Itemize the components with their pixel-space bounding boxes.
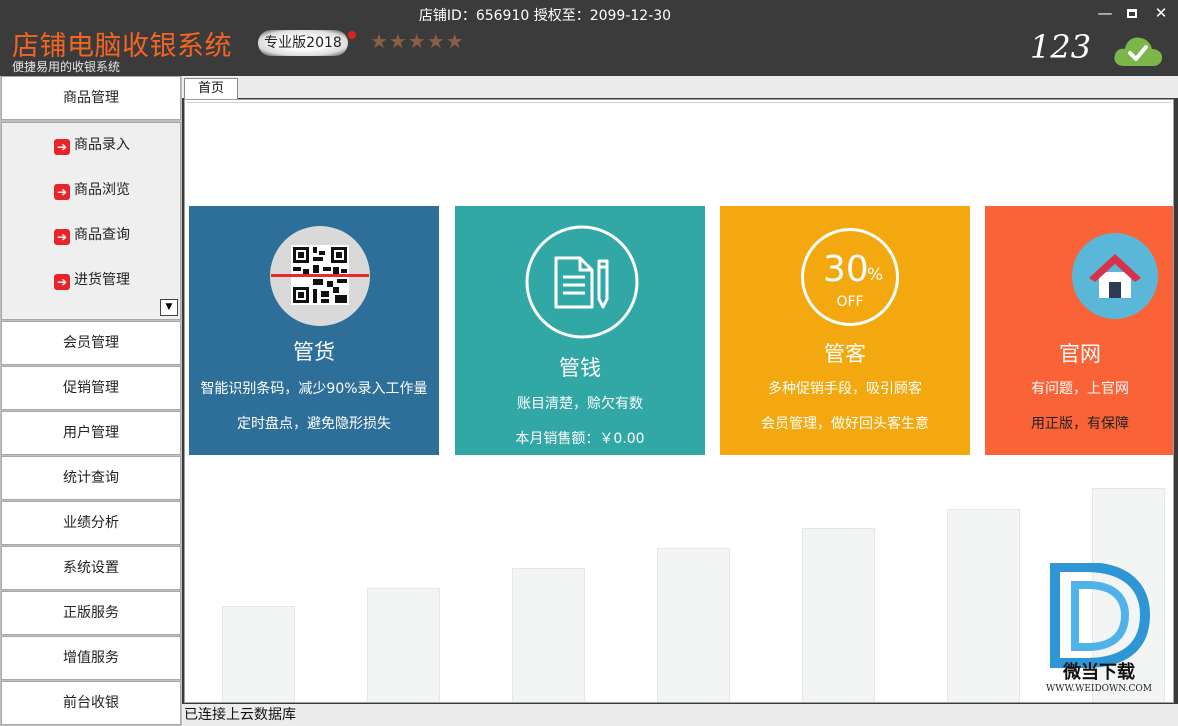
qr-code-icon <box>270 226 370 326</box>
background-bar <box>947 509 1020 702</box>
discount-badge-icon: 30 % OFF <box>801 228 899 326</box>
background-bar <box>512 568 585 702</box>
rating-stars: ★★★★★ <box>370 29 465 53</box>
customer-card-line: 会员管理，做好回头客生意 <box>761 416 929 432</box>
edition-badge: 专业版2018 <box>258 30 348 56</box>
sidebar-item-value-added[interactable]: 增值服务 <box>1 636 181 680</box>
sidebar-item-checkout[interactable]: 前台收银 <box>1 681 181 725</box>
submenu-label: 商品查询 <box>74 227 130 243</box>
app-subtitle: 便捷易用的收银系统 <box>12 60 121 74</box>
tab-strip: 首页 <box>182 76 1178 99</box>
discount-percent: 30 <box>823 249 869 290</box>
shop-info: 店铺ID：656910 授权至：2099-12-30 <box>418 8 672 24</box>
submenu-item-goods-browse[interactable]: ➔ 商品浏览 <box>54 179 130 201</box>
submenu-item-goods-entry[interactable]: ➔ 商品录入 <box>54 134 130 156</box>
goods-card[interactable]: 管货 智能识别条码，减少90%录入工作量 定时盘点，避免隐形损失 <box>189 206 439 455</box>
arrow-right-icon: ➔ <box>54 184 70 200</box>
submenu-item-purchase[interactable]: ➔ 进货管理 <box>54 269 130 291</box>
sidebar-item-promotions[interactable]: 促销管理 <box>1 366 181 410</box>
tab-home[interactable]: 首页 <box>184 78 238 99</box>
background-bar <box>802 528 875 702</box>
title-bar: 店铺电脑收银系统 便捷易用的收银系统 专业版2018 ★★★★★ 店铺ID：65… <box>0 0 1178 76</box>
maximize-icon <box>1127 9 1137 18</box>
watermark-name: 微当下载 <box>1063 662 1135 683</box>
website-card-line: 有问题，上官网 <box>1031 381 1129 397</box>
notification-dot <box>348 31 356 39</box>
cloud-check-icon[interactable] <box>1112 32 1164 68</box>
sidebar-item-settings[interactable]: 系统设置 <box>1 546 181 590</box>
submenu-scroll-down-button[interactable]: ▼ <box>160 299 178 316</box>
sidebar-item-licensed-service[interactable]: 正版服务 <box>1 591 181 635</box>
user-number[interactable]: 123 <box>1030 28 1091 66</box>
sidebar-item-statistics[interactable]: 统计查询 <box>1 456 181 500</box>
discount-sign: % <box>867 265 884 285</box>
money-card-heading: 管钱 <box>559 356 601 380</box>
website-card-line: 用正版，有保障 <box>1031 416 1129 432</box>
maximize-button[interactable] <box>1121 4 1143 22</box>
minimize-button[interactable]: — <box>1094 4 1116 22</box>
submenu-label: 进货管理 <box>74 272 130 288</box>
document-pen-icon <box>525 225 639 339</box>
arrow-right-icon: ➔ <box>54 274 70 290</box>
home-panel: 管货 智能识别条码，减少90%录入工作量 定时盘点，避免隐形损失 管钱 账目清楚… <box>184 99 1174 703</box>
sidebar-item-performance[interactable]: 业绩分析 <box>1 501 181 545</box>
home-icon <box>1072 233 1158 319</box>
customer-card-line: 多种促销手段，吸引顾客 <box>768 381 922 397</box>
submenu-label: 商品录入 <box>74 137 130 153</box>
status-bar: 已连接上云数据库 <box>182 704 1178 726</box>
website-card[interactable]: 官网 有问题，上官网 用正版，有保障 <box>985 206 1173 455</box>
goods-submenu: ➔ 商品录入 ➔ 商品浏览 ➔ 商品查询 ➔ 进货管理 ▼ <box>1 122 181 320</box>
discount-off: OFF <box>836 294 864 310</box>
submenu-label: 商品浏览 <box>74 182 130 198</box>
background-bar <box>222 606 295 702</box>
arrow-right-icon: ➔ <box>54 139 70 155</box>
arrow-right-icon: ➔ <box>54 229 70 245</box>
close-button[interactable]: ✕ <box>1150 4 1172 22</box>
money-card[interactable]: 管钱 账目清楚，赊欠有数 本月销售额：￥0.00 <box>455 206 705 455</box>
sidebar-item-goods[interactable]: 商品管理 <box>1 76 181 120</box>
goods-card-heading: 管货 <box>293 340 335 364</box>
connection-status: 已连接上云数据库 <box>184 707 296 723</box>
sidebar: 商品管理 ➔ 商品录入 ➔ 商品浏览 ➔ 商品查询 ➔ 进货管理 ▼ 会员管理 促销管理… <box>0 76 182 726</box>
background-bar <box>367 588 440 702</box>
home-content: 管货 智能识别条码，减少90%录入工作量 定时盘点，避免隐形损失 管钱 账目清楚… <box>187 102 1173 702</box>
website-card-heading: 官网 <box>1059 342 1101 366</box>
sidebar-item-users[interactable]: 用户管理 <box>1 411 181 455</box>
goods-card-line: 定时盘点，避免隐形损失 <box>237 416 391 432</box>
goods-card-line: 智能识别条码，减少90%录入工作量 <box>200 381 428 397</box>
monthly-sales: 本月销售额：￥0.00 <box>515 431 645 447</box>
customer-card-heading: 管客 <box>824 342 866 366</box>
background-bar <box>657 548 730 702</box>
watermark-url: WWW.WEIDOWN.COM <box>1046 684 1152 694</box>
customer-card[interactable]: 30 % OFF 管客 多种促销手段，吸引顾客 会员管理，做好回头客生意 <box>720 206 970 455</box>
sidebar-item-members[interactable]: 会员管理 <box>1 321 181 365</box>
money-card-line: 账目清楚，赊欠有数 <box>517 396 643 412</box>
submenu-item-goods-query[interactable]: ➔ 商品查询 <box>54 224 130 246</box>
